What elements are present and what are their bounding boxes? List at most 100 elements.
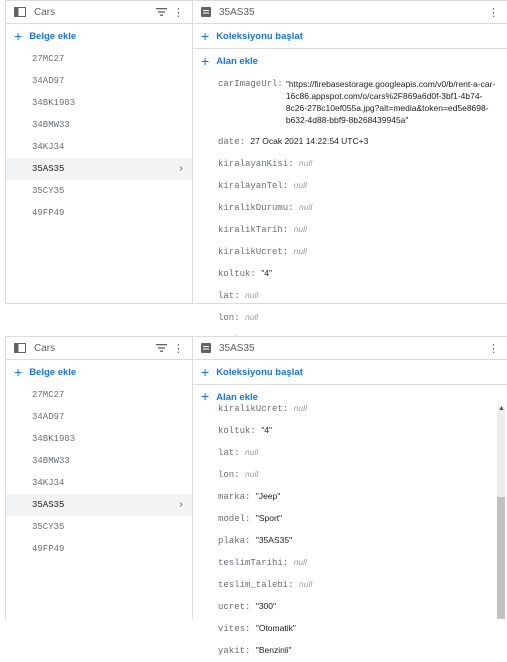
document-list-item[interactable]: 35AS35 › xyxy=(6,158,192,180)
scroll-up-arrow-icon[interactable]: ▲ xyxy=(498,405,505,412)
field-name: lat: xyxy=(218,291,240,301)
plus-icon: + xyxy=(201,53,210,69)
document-id: 27MC27 xyxy=(32,54,65,64)
document-id: 35AS35 xyxy=(32,500,65,510)
field-value: "4" xyxy=(261,268,272,278)
field-list: kiralikUcret: null koltuk: "4" lat: null lo… xyxy=(193,397,507,661)
field-row[interactable]: teslim_talebi: null xyxy=(193,573,507,595)
document-list-item[interactable]: 49FP49 xyxy=(6,202,192,224)
start-collection-button[interactable]: + Koleksiyonu başlat xyxy=(193,24,507,48)
scrollbar-thumb[interactable] xyxy=(497,497,505,619)
field-value: null xyxy=(293,180,307,190)
field-row[interactable]: lon: null xyxy=(193,463,507,485)
field-row[interactable]: marka: "Jeep" xyxy=(193,485,507,507)
document-header: 35AS35 ⋮ xyxy=(193,337,507,360)
document-id: 34KJ34 xyxy=(32,142,65,152)
field-value: "35AS35" xyxy=(255,535,293,545)
field-row-carImageUrl[interactable]: carImageUrl: "https://firebasestorage.go… xyxy=(193,73,507,130)
filter-icon[interactable] xyxy=(156,6,167,19)
field-row[interactable]: teslimTarihi: null xyxy=(193,551,507,573)
document-list-item[interactable]: 34KJ34 xyxy=(6,472,192,494)
field-row[interactable]: yakit: "Benzinli" xyxy=(193,639,507,661)
collection-title: Cars xyxy=(34,6,56,18)
field-row[interactable]: lon: null xyxy=(193,306,507,328)
panel-frame: Cars ⋮ + Belge ekle 27MC27 34AD97 34BK1903… xyxy=(5,0,507,345)
plus-icon: + xyxy=(201,364,210,380)
field-name: kiralikUcret: xyxy=(218,247,289,257)
document-list-item[interactable]: 34BMW33 xyxy=(6,114,192,136)
field-value: null xyxy=(293,224,307,234)
collection-icon xyxy=(14,342,26,354)
collection-header: Cars ⋮ xyxy=(6,1,192,24)
field-name: kiralikDurumu: xyxy=(218,203,294,213)
document-title: 35AS35 xyxy=(219,342,255,354)
field-value: null xyxy=(245,290,259,300)
document-title: 35AS35 xyxy=(219,6,255,18)
field-name: koltuk: xyxy=(218,426,256,436)
add-field-button[interactable]: + Alan ekle xyxy=(193,48,507,73)
field-name: vites: xyxy=(218,624,251,634)
document-list-item[interactable]: 34KJ34 xyxy=(6,136,192,158)
field-row[interactable]: koltuk: "4" xyxy=(193,262,507,284)
document-list-item[interactable]: 34AD97 xyxy=(6,70,192,92)
field-row[interactable]: model: "Sport" xyxy=(193,507,507,529)
more-vert-icon[interactable]: ⋮ xyxy=(173,6,184,19)
plus-icon: + xyxy=(14,28,23,44)
field-value: "https://firebasestorage.googleapis.com/… xyxy=(285,79,496,125)
document-list-item[interactable]: 34BK1903 xyxy=(6,428,192,450)
field-value: null xyxy=(299,202,313,212)
plus-icon: + xyxy=(201,28,210,44)
document-id: 27MC27 xyxy=(32,390,65,400)
document-list-item[interactable]: 49FP49 xyxy=(6,538,192,560)
field-row[interactable]: lat: null xyxy=(193,284,507,306)
field-row[interactable]: kiralikUcret: null xyxy=(193,240,507,262)
document-list-item[interactable]: 34AD97 xyxy=(6,406,192,428)
document-column: 35AS35 ⋮ + Koleksiyonu başlat + Alan ekl… xyxy=(193,337,507,656)
start-collection-button[interactable]: + Koleksiyonu başlat xyxy=(193,360,507,384)
document-list-item[interactable]: 35CY35 xyxy=(6,180,192,202)
document-id: 34BMW33 xyxy=(32,120,70,130)
field-name: date: xyxy=(218,137,246,147)
field-value: null xyxy=(293,246,307,256)
filter-icon[interactable] xyxy=(156,342,167,355)
document-column: 35AS35 ⋮ + Koleksiyonu başlat + Alan ekl… xyxy=(193,1,507,345)
document-list-item[interactable]: 35CY35 xyxy=(6,516,192,538)
field-name: model: xyxy=(218,514,251,524)
document-list-item[interactable]: 35AS35 › xyxy=(6,494,192,516)
document-list-item[interactable]: 34BMW33 xyxy=(6,450,192,472)
more-vert-icon[interactable]: ⋮ xyxy=(173,342,184,355)
field-row[interactable]: kiralikTarih: null xyxy=(193,218,507,240)
document-list-item[interactable]: 27MC27 xyxy=(6,48,192,70)
field-row[interactable]: kiralikDurumu: null xyxy=(193,196,507,218)
document-id: 49FP49 xyxy=(32,208,65,218)
field-name: koltuk: xyxy=(218,269,256,279)
field-value: null xyxy=(293,557,307,567)
collection-icon xyxy=(14,6,26,18)
more-vert-icon[interactable]: ⋮ xyxy=(488,6,499,19)
document-header: 35AS35 ⋮ xyxy=(193,1,507,24)
field-row[interactable]: ucret: "300" xyxy=(193,595,507,617)
field-row[interactable]: vites: "Otomatik" xyxy=(193,617,507,639)
document-list-item[interactable]: 34BK1903 xyxy=(6,92,192,114)
field-row[interactable]: kiralayanTel: null xyxy=(193,174,507,196)
field-row[interactable]: kiralayanKisi: null xyxy=(193,152,507,174)
more-vert-icon[interactable]: ⋮ xyxy=(488,342,499,355)
field-value: null xyxy=(245,312,259,322)
field-value: null xyxy=(293,403,307,413)
field-name: yakit: xyxy=(218,646,251,656)
field-row[interactable]: lat: null xyxy=(193,441,507,463)
field-row[interactable]: plaka: "35AS35" xyxy=(193,529,507,551)
document-id: 34BK1903 xyxy=(32,98,76,108)
field-name: kiralikUcret: xyxy=(218,404,289,414)
document-list-item[interactable]: 27MC27 xyxy=(6,384,192,406)
field-row[interactable]: kiralikUcret: null xyxy=(193,397,507,419)
document-icon xyxy=(201,6,211,18)
collection-title: Cars xyxy=(34,342,56,354)
scrollbar[interactable]: ▲ xyxy=(497,405,505,619)
field-row[interactable]: koltuk: "4" xyxy=(193,419,507,441)
add-document-button[interactable]: + Belge ekle xyxy=(6,360,192,384)
add-document-button[interactable]: + Belge ekle xyxy=(6,24,192,48)
field-row[interactable]: date: 27 Ocak 2021 14:22:54 UTC+3 xyxy=(193,130,507,152)
collection-column: Cars ⋮ + Belge ekle 27MC27 34AD97 34BK1903… xyxy=(6,1,193,303)
field-value: null xyxy=(245,469,259,479)
